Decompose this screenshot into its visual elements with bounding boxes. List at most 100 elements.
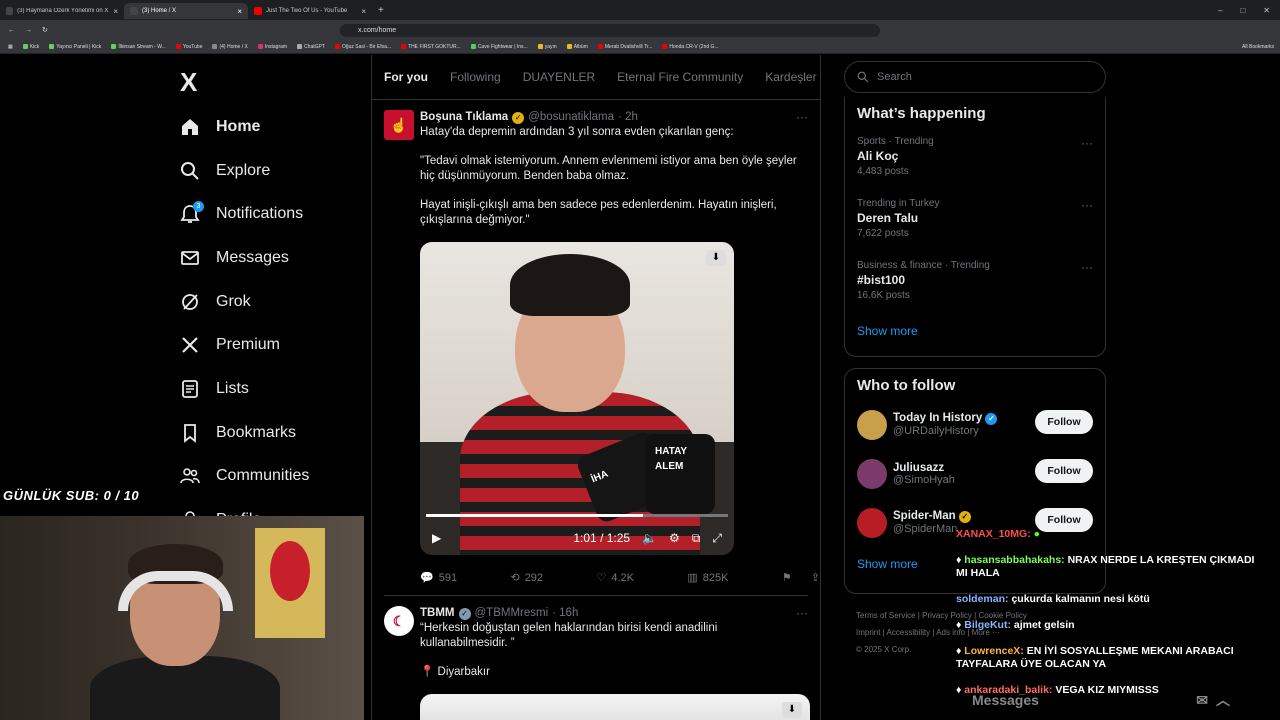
avatar[interactable]: ☾ — [384, 606, 414, 636]
streamer-body — [90, 656, 280, 720]
avatar[interactable] — [857, 507, 887, 538]
avatar[interactable] — [857, 458, 887, 489]
more-options-icon[interactable]: ··· — [1081, 260, 1093, 274]
bookmark-item[interactable]: YouTube — [175, 44, 202, 50]
tweet-image[interactable]: ⬇ — [420, 694, 810, 720]
video-frame-hair — [510, 254, 630, 316]
like-button[interactable]: ♡ 4.2K — [596, 571, 634, 586]
reply-button[interactable]: 💬 591 — [420, 571, 457, 586]
bookmark-item[interactable]: yayın — [537, 44, 557, 50]
nav-messages[interactable]: Messages — [180, 236, 309, 280]
avatar[interactable] — [857, 409, 887, 440]
bookmark-item[interactable]: İlkinsan Stream - W... — [111, 44, 166, 50]
bookmark-item[interactable]: ChatGPT — [297, 44, 325, 50]
follow-suggestion[interactable]: Today In History ✓ @URDailyHistory Follo… — [845, 400, 1105, 449]
share-icon[interactable]: ⇪ — [811, 571, 820, 586]
close-tab-icon[interactable]: × — [361, 7, 366, 16]
new-tab-icon[interactable]: + — [378, 5, 384, 16]
primary-nav: Home Explore 3 Notifications Messages Gr… — [180, 105, 309, 542]
settings-icon[interactable]: ⚙ — [669, 531, 680, 546]
notification-badge: 3 — [193, 201, 204, 213]
people-icon — [180, 468, 200, 484]
more-options-icon[interactable]: ··· — [1081, 136, 1093, 150]
expand-icon[interactable]: ︿ — [1216, 690, 1260, 710]
nav-communities[interactable]: Communities — [180, 455, 309, 499]
apps-icon[interactable]: ▦ — [8, 44, 13, 50]
nav-explore[interactable]: Explore — [180, 149, 309, 193]
tweet-time[interactable]: · 16h — [552, 606, 578, 621]
video-player[interactable]: İHA HATAY ALEM ⬇ ▶ 1:01 / 1:25 🔈 ⚙ ⧉ ⤢ — [420, 242, 734, 555]
trend-item[interactable]: Trending in Turkey Deren Talu 7,622 post… — [845, 190, 1105, 252]
video-progress-bar[interactable] — [426, 514, 728, 517]
tweet[interactable]: ☝ ··· Boşuna Tıklama ✓ @bosunatiklama · … — [372, 100, 820, 596]
show-more-link[interactable]: Show more — [845, 314, 1105, 352]
views-button[interactable]: ▥ 825K — [687, 571, 728, 586]
bookmark-item[interactable]: Yayıncı Paneli | Kick — [49, 44, 101, 50]
bookmark-item[interactable]: Instagram — [257, 44, 287, 50]
x-logo-icon[interactable]: X — [180, 67, 197, 98]
close-window-icon[interactable]: ✕ — [1263, 6, 1270, 15]
nav-notifications[interactable]: 3 Notifications — [180, 192, 309, 236]
tab-kardesler[interactable]: Kardeşler Ki — [765, 70, 820, 84]
pip-icon[interactable]: ⧉ — [692, 531, 701, 546]
tab-for-you[interactable]: For you — [384, 70, 428, 84]
author-handle[interactable]: @bosunatiklama — [528, 110, 614, 125]
avatar[interactable]: ☝ — [384, 110, 414, 140]
nav-home[interactable]: Home — [180, 105, 309, 149]
browser-tab[interactable]: (3) Haymana Özerk Yönetimi on X: "I...× — [0, 3, 124, 19]
nav-bookmarks[interactable]: Bookmarks — [180, 411, 309, 455]
verified-badge-icon: ✓ — [512, 111, 525, 124]
tab-following[interactable]: Following — [450, 70, 501, 84]
bookmark-item[interactable]: Honda CR-V (2nd G... — [662, 44, 719, 50]
play-icon[interactable]: ▶ — [432, 531, 441, 546]
video-progress-fill — [426, 514, 644, 517]
close-tab-icon[interactable]: × — [237, 7, 242, 16]
all-bookmarks[interactable]: All Bookmarks — [1242, 44, 1280, 50]
search-input[interactable]: Search — [844, 61, 1106, 93]
window-controls: – □ ✕ — [1218, 6, 1280, 15]
bookmark-item[interactable]: Albüm — [566, 44, 588, 50]
new-message-icon[interactable]: ✉ — [1196, 692, 1208, 709]
follow-button[interactable]: Follow — [1035, 459, 1093, 483]
reload-icon[interactable]: ↻ — [42, 26, 48, 34]
maximize-icon[interactable]: □ — [1240, 6, 1245, 15]
volume-icon[interactable]: 🔈 — [642, 531, 657, 546]
tab-eternal-fire[interactable]: Eternal Fire Community — [617, 70, 743, 84]
close-tab-icon[interactable]: × — [113, 7, 118, 16]
bookmark-item[interactable]: Merab Dvalishvili Tr... — [597, 44, 652, 50]
bookmark-item[interactable]: (4) Home / X — [212, 44, 248, 50]
bookmark-item[interactable]: Cave Fightwear | Ins... — [470, 44, 528, 50]
bookmark-item[interactable]: Kick — [22, 44, 39, 50]
author-name[interactable]: TBMM — [420, 606, 455, 621]
follow-suggestion[interactable]: Juliusazz @SimoHyah Follow — [845, 449, 1105, 498]
tweet-time[interactable]: · 2h — [618, 110, 638, 125]
trend-item[interactable]: Sports · Trending Ali Koç 4,483 posts ··… — [845, 128, 1105, 190]
tab-duayenler[interactable]: DUAYENLER — [523, 70, 595, 84]
nav-premium[interactable]: Premium — [180, 323, 309, 367]
more-options-icon[interactable]: ··· — [796, 606, 808, 620]
bookmark-item[interactable]: Oğuz Sasi - Bir Efsa... — [334, 44, 391, 50]
follow-button[interactable]: Follow — [1035, 410, 1093, 434]
bookmark-item[interactable]: THE FIRST GOKTUR... — [401, 44, 461, 50]
chat-username: XANAX_10MG: — [956, 528, 1031, 540]
author-name[interactable]: Boşuna Tıklama — [420, 110, 508, 125]
author-handle[interactable]: @TBMMresmi — [475, 606, 549, 621]
more-options-icon[interactable]: ··· — [796, 110, 808, 124]
browser-tab-active[interactable]: (3) Home / X × — [124, 3, 248, 19]
messages-dock[interactable]: Messages ✉ ︿ — [960, 680, 1260, 720]
minimize-icon[interactable]: – — [1218, 6, 1222, 15]
nav-lists[interactable]: Lists — [180, 367, 309, 411]
download-icon[interactable]: ⬇ — [782, 702, 802, 718]
url-field[interactable]: x.com/home — [340, 24, 880, 37]
download-icon[interactable]: ⬇ — [706, 250, 726, 266]
more-options-icon[interactable]: ··· — [1081, 198, 1093, 212]
browser-tab[interactable]: Just The Two Of Us - YouTube × — [248, 3, 372, 19]
nav-grok[interactable]: Grok — [180, 280, 309, 324]
bookmark-tweet-button[interactable]: ⚑ ⇪ — [782, 571, 820, 586]
fullscreen-icon[interactable]: ⤢ — [712, 531, 722, 546]
back-icon[interactable]: ← — [8, 27, 15, 34]
repost-button[interactable]: ⟲ 292 — [510, 571, 543, 586]
trend-item[interactable]: Business & finance · Trending #bist100 1… — [845, 252, 1105, 314]
tweet[interactable]: ☾ ··· TBMM ✓ @TBMMresmi · 16h “Herkesin … — [372, 596, 820, 720]
forward-icon[interactable]: → — [25, 27, 32, 34]
